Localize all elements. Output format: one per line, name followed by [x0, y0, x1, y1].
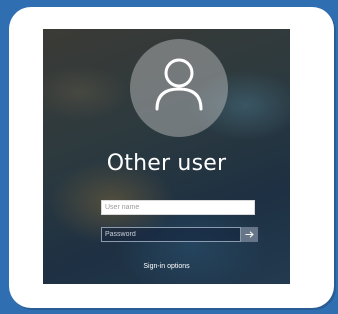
user-avatar-icon: [155, 58, 203, 111]
sign-in-options-link[interactable]: Sign-in options: [43, 263, 290, 270]
username-field[interactable]: [101, 200, 255, 215]
arrow-right-icon: [245, 231, 254, 238]
account-name: Other user: [106, 151, 227, 176]
user-avatar: [130, 39, 228, 137]
password-field[interactable]: [101, 227, 241, 242]
windows-login-screen: Other user Sign-in options: [43, 29, 290, 284]
password-row: [101, 227, 258, 242]
submit-button[interactable]: [241, 227, 258, 242]
